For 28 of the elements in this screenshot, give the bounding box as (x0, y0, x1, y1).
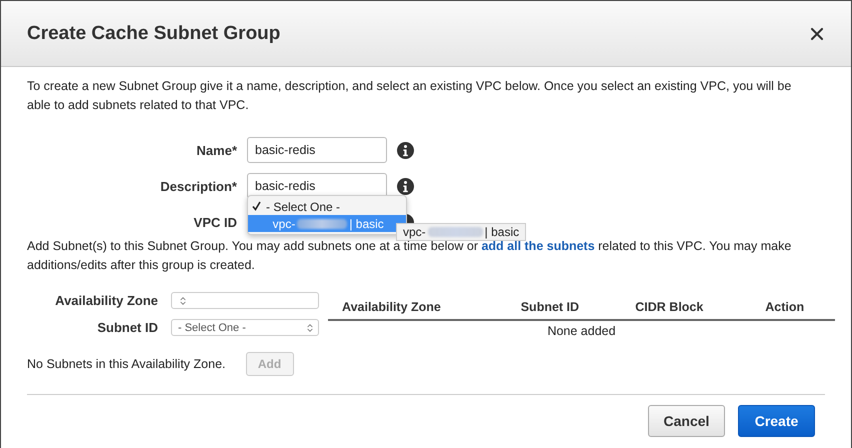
dialog-title: Create Cache Subnet Group (27, 22, 280, 44)
empty-table-text: None added (328, 320, 835, 339)
subnet-note: Add Subnet(s) to this Subnet Group. You may add subnets one at a time below or add all the subnets related to this VPC. You may make additions/edits after this group is created. (27, 238, 792, 274)
field-label: Subnet ID (96, 320, 158, 335)
intro-text: To create a new Subnet Group give it a name, description, and select an existing VPC below. Once you select an existing VPC, you will be able to add subnets related to that VPC. (27, 78, 792, 114)
info-icon[interactable] (397, 142, 414, 158)
cancel-button[interactable]: Cancel (648, 405, 725, 437)
redaction-blur (428, 226, 483, 236)
input-field[interactable]: basic-redis (247, 137, 387, 163)
tooltip: vpc- | basic (396, 222, 526, 240)
field-label: Description* (159, 178, 237, 194)
chevrons-icon (178, 296, 188, 306)
create-button[interactable]: Create (738, 405, 815, 437)
subnet-select[interactable]: - Select One - (171, 319, 319, 336)
field-label: VPC ID (192, 214, 237, 230)
dropdown-option[interactable]: - Select One - (248, 198, 406, 215)
info-icon[interactable] (397, 178, 414, 194)
field-label: Availability Zone (54, 293, 158, 308)
column-header: Subnet ID (506, 300, 622, 320)
check-icon (252, 201, 261, 211)
column-header: Action (751, 300, 835, 320)
add-all-subnets-link[interactable]: add all the subnets (481, 239, 595, 253)
column-header: CIDR Block (621, 300, 752, 320)
column-header: Availability Zone (328, 300, 507, 320)
redaction-blur (297, 218, 348, 228)
no-subnets-text: No Subnets in this Availability Zone. (27, 357, 226, 371)
field-label: Name* (196, 142, 237, 158)
chevrons-icon (305, 322, 315, 332)
